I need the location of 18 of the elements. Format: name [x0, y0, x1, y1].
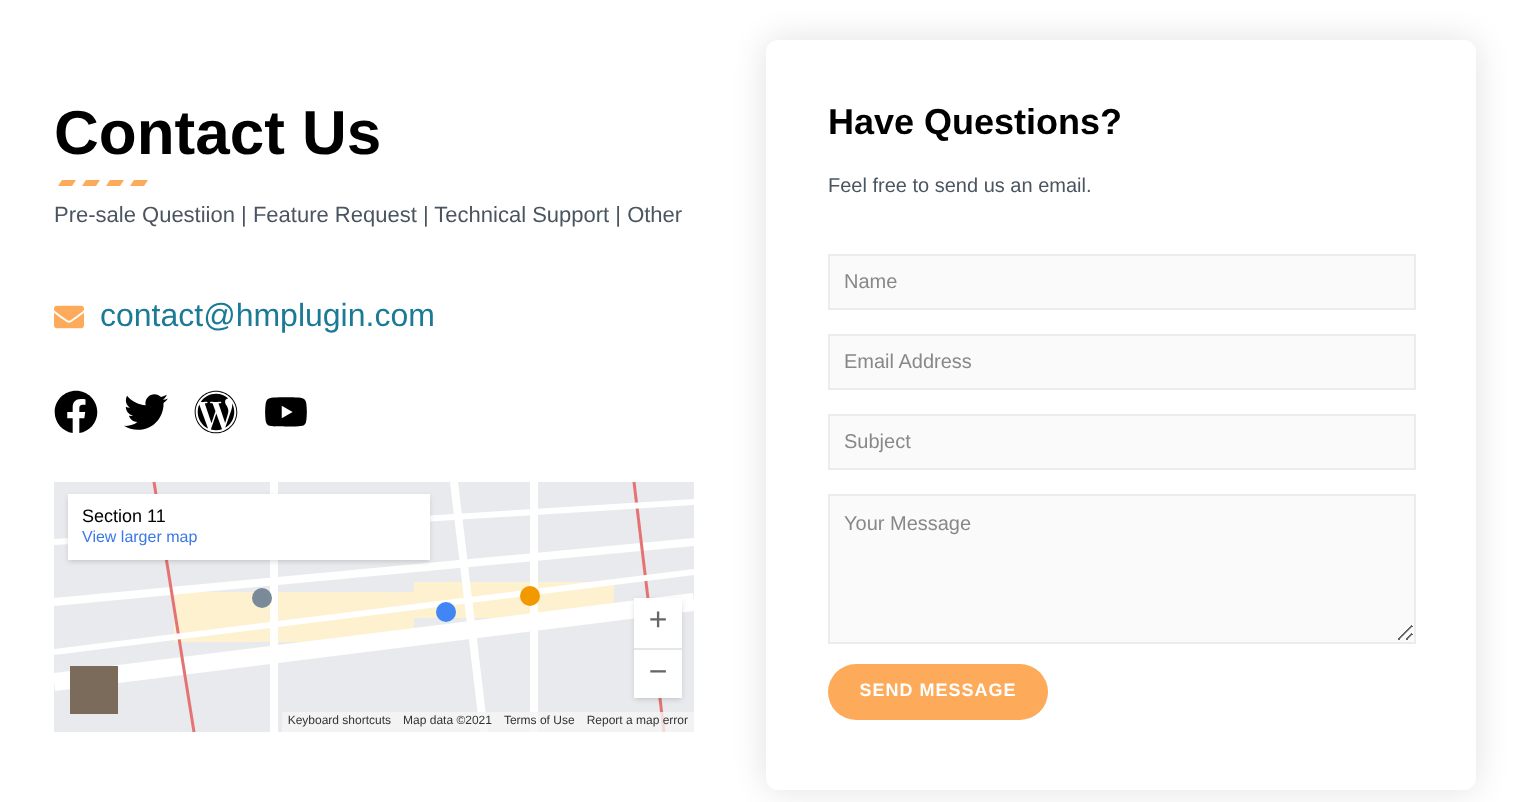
bird-icon[interactable] [124, 389, 168, 433]
text-field[interactable]: Subject [828, 414, 1416, 470]
page-title: Contact Us [54, 96, 382, 172]
dash-divider [54, 178, 154, 188]
mail-icon [54, 302, 84, 332]
wordpress-icon[interactable] [194, 389, 238, 433]
view-larger-map-link[interactable]: View larger map [82, 527, 198, 547]
form-subtitle: Feel free to send us an email. [828, 174, 1092, 202]
message-field[interactable]: Your Message [828, 494, 1416, 644]
facebook-icon[interactable] [54, 389, 98, 433]
place-name: Section 11 [82, 503, 166, 527]
topics-text: Pre-sale Questiion | Feature Request | Technical Support | Other [54, 202, 683, 232]
zoom-out-button[interactable]: − [634, 647, 682, 697]
text-field[interactable]: Email Address [828, 334, 1416, 390]
zoom-in-button[interactable]: + [634, 597, 682, 647]
text-field[interactable]: Name [828, 254, 1416, 310]
form-title: Have Questions? [828, 100, 1123, 144]
email-link[interactable]: contact@hmplugin.com [100, 293, 435, 341]
